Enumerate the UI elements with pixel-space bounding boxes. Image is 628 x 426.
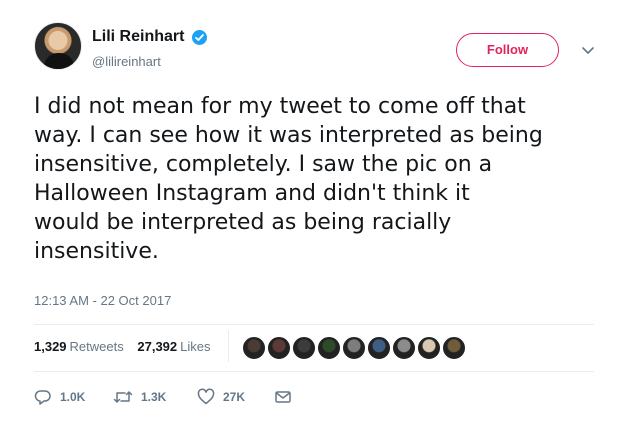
divider <box>34 371 594 372</box>
retweets-label: Retweets <box>69 339 124 354</box>
divider <box>34 324 594 325</box>
chevron-down-icon[interactable] <box>580 42 596 58</box>
verified-badge-icon <box>191 29 207 45</box>
follow-button[interactable]: Follow <box>456 33 559 67</box>
retweets-stat[interactable]: 1,329 Retweets <box>34 339 124 354</box>
like-button[interactable]: 27K <box>197 388 245 408</box>
liker-avatar[interactable] <box>317 336 341 360</box>
user-name-row: Lili Reinhart <box>92 28 207 46</box>
liker-avatar[interactable] <box>292 336 316 360</box>
retweet-button[interactable]: 1.3K <box>113 388 166 408</box>
liker-avatar[interactable] <box>392 336 416 360</box>
likes-label: Likes <box>180 339 211 354</box>
liker-avatar[interactable] <box>342 336 366 360</box>
liker-avatar[interactable] <box>417 336 441 360</box>
stats-separator <box>228 330 229 362</box>
retweets-count: 1,329 <box>34 339 67 354</box>
retweet-count: 1.3K <box>141 390 167 404</box>
likes-count: 27,392 <box>137 339 178 354</box>
user-avatar[interactable] <box>34 22 82 70</box>
like-count: 27K <box>223 390 246 404</box>
liker-avatars <box>242 336 467 360</box>
direct-message-button[interactable] <box>274 388 292 408</box>
reply-count: 1.0K <box>60 390 86 404</box>
tweet-stats: 1,329 Retweets 27,392 Likes <box>34 339 221 354</box>
tweet-timestamp[interactable]: 12:13 AM - 22 Oct 2017 <box>34 293 171 308</box>
liker-avatar[interactable] <box>267 336 291 360</box>
liker-avatar[interactable] <box>442 336 466 360</box>
retweet-icon <box>113 391 133 403</box>
tweet-text: I did not mean for my tweet to come off … <box>34 94 543 264</box>
tweet-header: Lili Reinhart @lilireinhart Follow <box>34 22 604 76</box>
likes-stat[interactable]: 27,392 Likes <box>137 339 210 354</box>
user-handle[interactable]: @lilireinhart <box>92 54 161 69</box>
liker-avatar[interactable] <box>242 336 266 360</box>
reply-button[interactable]: 1.0K <box>34 388 85 408</box>
envelope-icon <box>275 391 291 403</box>
user-name[interactable]: Lili Reinhart <box>92 28 184 46</box>
reply-icon <box>34 390 51 405</box>
liker-avatar[interactable] <box>367 336 391 360</box>
heart-icon <box>197 388 215 405</box>
